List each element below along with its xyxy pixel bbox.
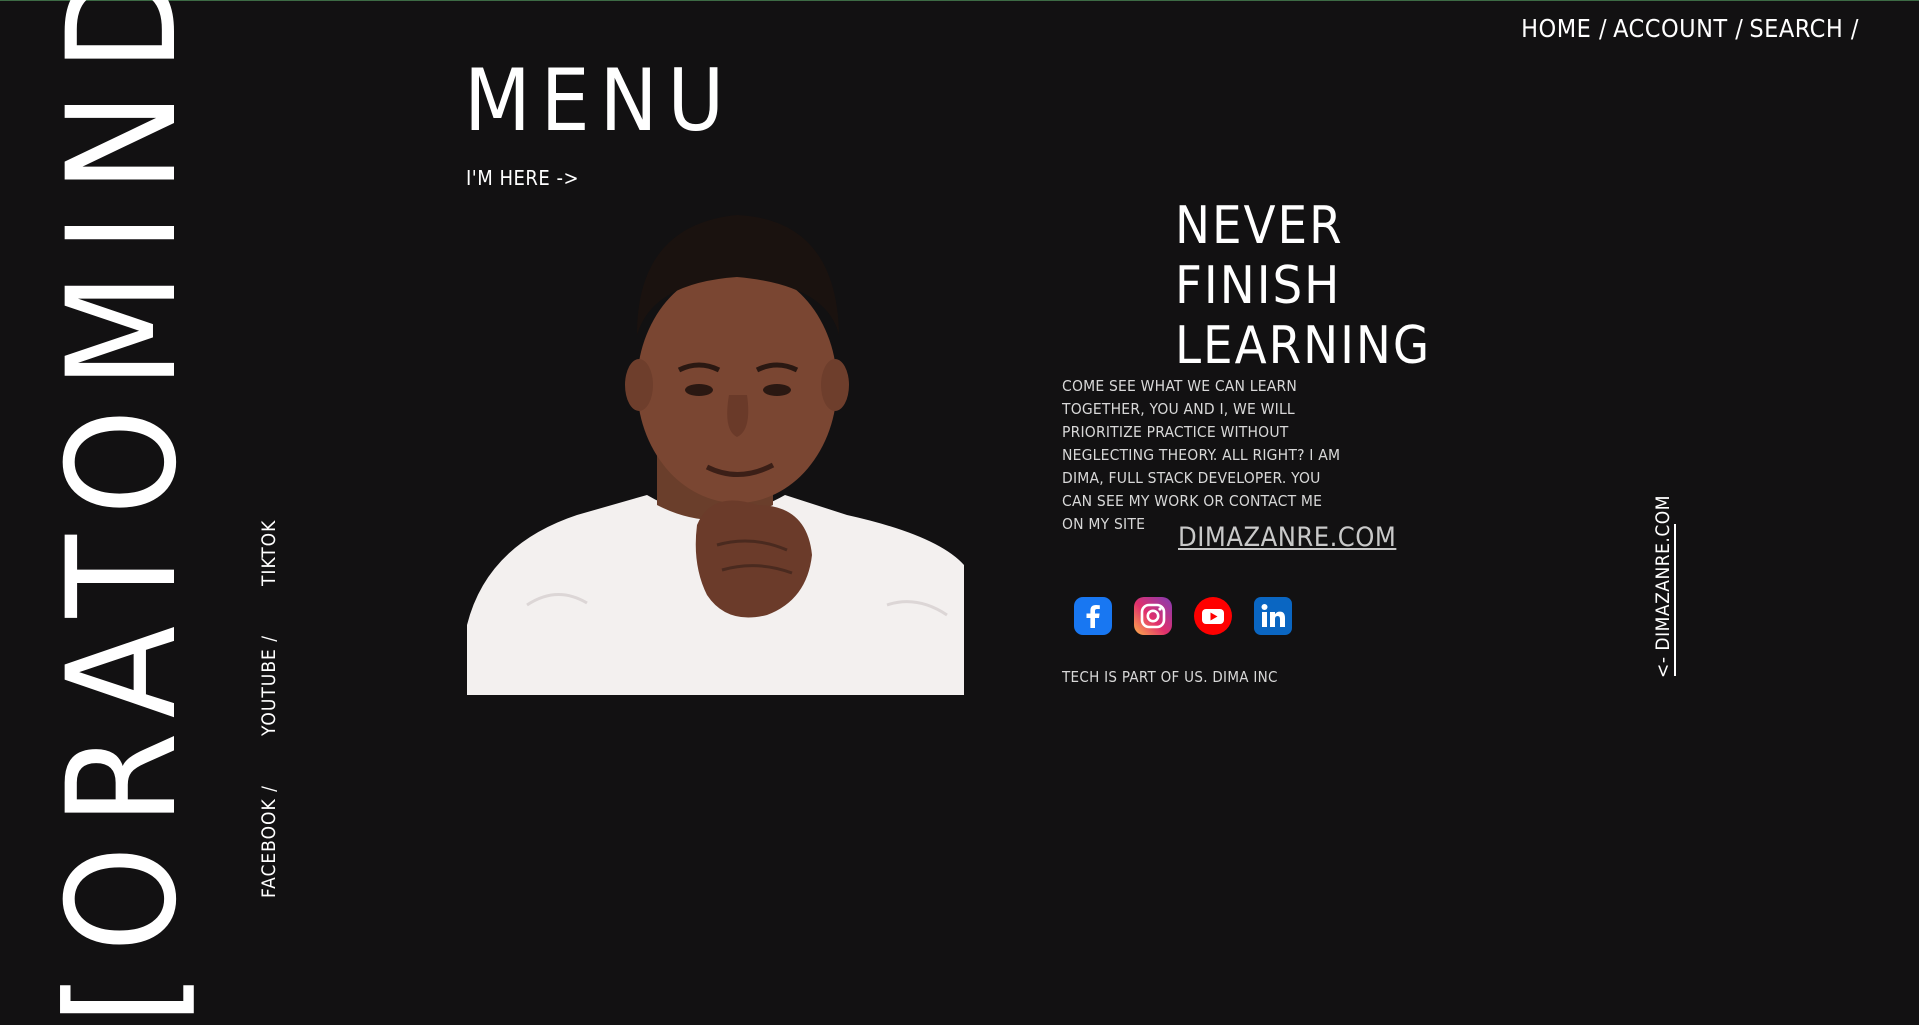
nav-account[interactable]: ACCOUNT / <box>1613 14 1743 43</box>
social-links-vertical: FACEBOOK / YOUTUBE / TIKTOK <box>258 510 292 900</box>
footer-note: TECH IS PART OF US. DIMA INC <box>1062 668 1278 686</box>
side-link-underline <box>1674 524 1676 676</box>
youtube-icon[interactable] <box>1194 597 1232 635</box>
nav-search[interactable]: SEARCH / <box>1749 14 1859 43</box>
instagram-icon[interactable] <box>1134 597 1172 635</box>
linkedin-icon[interactable] <box>1254 597 1292 635</box>
tiktok-link[interactable]: TIKTOK <box>258 520 280 586</box>
youtube-link[interactable]: YOUTUBE / <box>258 635 280 736</box>
intro-paragraph: COME SEE WHAT WE CAN LEARN TOGETHER, YOU… <box>1062 377 1341 533</box>
social-icons <box>1074 597 1292 635</box>
headline: NEVER FINISH LEARNING <box>1175 196 1431 376</box>
nav-home[interactable]: HOME / <box>1521 14 1607 43</box>
facebook-icon[interactable] <box>1074 597 1112 635</box>
portrait-image <box>467 205 964 695</box>
im-here-link[interactable]: I'M HERE -> <box>466 166 579 190</box>
side-link-label: <- DIMAZANRE.COM <box>1652 495 1674 678</box>
facebook-link[interactable]: FACEBOOK / <box>258 785 280 898</box>
headline-line-1: NEVER <box>1175 196 1344 256</box>
top-nav: HOME / ACCOUNT / SEARCH / <box>1521 14 1859 43</box>
brand-logo[interactable]: [ORATOMIND] <box>28 0 218 1025</box>
brand-name: [ORATOMIND] <box>36 0 210 1025</box>
menu-title: MENU <box>464 51 735 151</box>
portrait-illustration <box>467 215 964 695</box>
side-website-link[interactable]: <- DIMAZANRE.COM <box>1652 495 1678 680</box>
headline-line-2: FINISH <box>1175 256 1342 316</box>
headline-line-3: LEARNING <box>1175 316 1432 376</box>
top-border <box>0 0 1919 1</box>
website-link[interactable]: DIMAZANRE.COM <box>1178 522 1396 553</box>
